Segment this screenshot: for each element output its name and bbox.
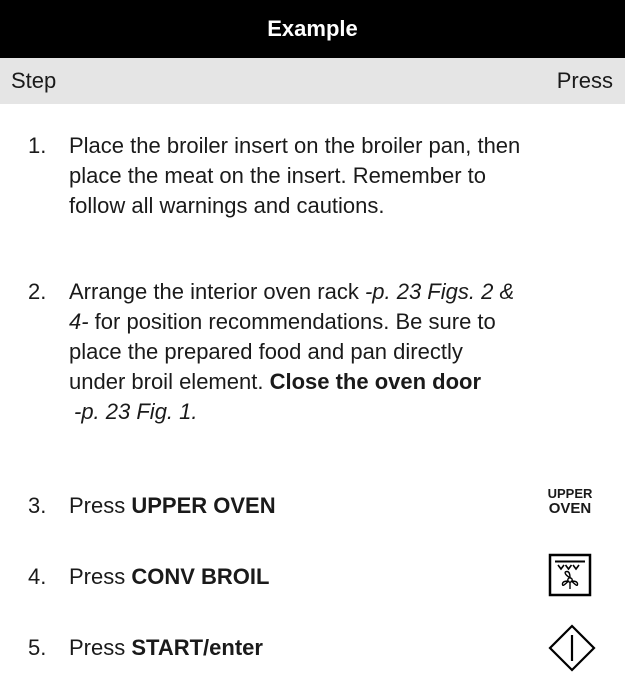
step-text-span: for position recommendations. Be sure to (88, 309, 496, 334)
step-text-span: Press (69, 564, 132, 589)
key-name: CONV BROIL (131, 564, 270, 589)
step-text-line: follow all warnings and cautions. (69, 193, 385, 218)
key-name: START/enter (131, 635, 263, 660)
step-text-span: Press (69, 493, 132, 518)
step-number: 5. (28, 635, 47, 660)
step-1: 1. Place the broiler insert on the broil… (28, 131, 520, 221)
upper-oven-key-line: OVEN (548, 500, 592, 517)
step-number: 4. (28, 564, 47, 589)
column-press-label: Press (556, 68, 613, 93)
column-step-label: Step (11, 68, 57, 93)
step-text-line: place the meat on the insert. Remember t… (69, 163, 486, 188)
column-headers: Step Press (0, 58, 625, 104)
step-3: 3. Press UPPER OVEN (28, 491, 276, 521)
start-enter-icon (547, 623, 597, 678)
upper-oven-key-icon: UPPER OVEN (537, 486, 603, 516)
step-number: 1. (28, 133, 47, 158)
upper-oven-key-line: UPPER (547, 486, 593, 501)
step-text-line: 4- for position recommendations. Be sure… (69, 307, 514, 337)
step-text-line: Place the broiler insert on the broiler … (69, 133, 521, 158)
step-text-line: place the prepared food and pan directly (69, 339, 463, 364)
step-5: 5. Press START/enter (28, 633, 263, 663)
header-title: Example (267, 16, 358, 41)
page-reference: -p. 23 Fig. 1. (74, 399, 198, 424)
step-text-line: under broil element. Close the oven door (69, 367, 514, 397)
key-name: UPPER OVEN (131, 493, 276, 518)
emphasis-text: Close the oven door (269, 369, 482, 394)
step-text-span: Press (69, 635, 132, 660)
step-number: 3. (28, 493, 47, 518)
page-reference: -p. 23 Figs. 2 & (364, 279, 515, 304)
step-text: Arrange the interior oven rack -p. 23 Fi… (69, 277, 514, 427)
table-header: Example (0, 0, 625, 58)
step-text-line: -p. 23 Fig. 1. (69, 397, 514, 427)
step-text-span: under broil element. (69, 369, 270, 394)
page-reference: 4- (69, 309, 89, 334)
step-2: 2. Arrange the interior oven rack -p. 23… (28, 277, 514, 427)
step-4: 4. Press CONV BROIL (28, 562, 269, 592)
step-text: Place the broiler insert on the broiler … (69, 131, 520, 221)
convection-broil-icon (548, 553, 592, 602)
step-text-span: Arrange the interior oven rack (69, 279, 365, 304)
step-text-line: Arrange the interior oven rack -p. 23 Fi… (69, 277, 514, 307)
step-number: 2. (28, 279, 47, 304)
